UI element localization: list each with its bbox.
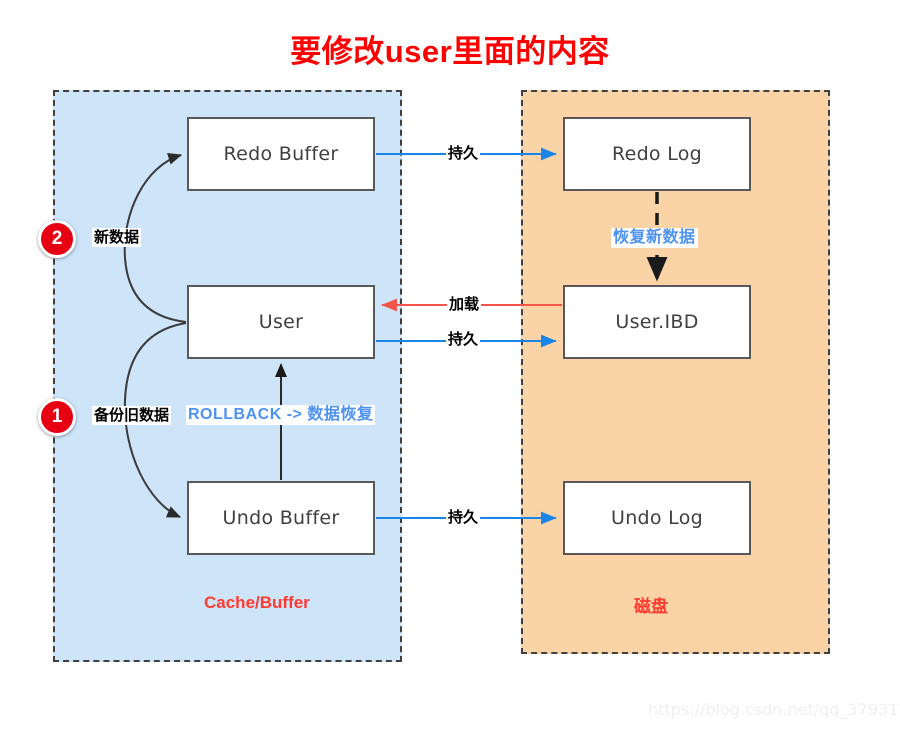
panel-label-cache-buffer: Cache/Buffer: [204, 593, 310, 612]
box-undo-log[interactable]: Undo Log: [563, 481, 751, 555]
box-redo-buffer-label: Redo Buffer: [223, 143, 339, 165]
box-user-ibd[interactable]: User.IBD: [563, 285, 751, 359]
label-persist-undo: 持久: [446, 508, 481, 528]
box-undo-buffer-label: Undo Buffer: [222, 507, 340, 529]
panel-label-disk: 磁盘: [634, 597, 668, 616]
box-user-label: User: [258, 311, 304, 333]
box-user[interactable]: User: [187, 285, 375, 359]
label-rollback-recovery: ROLLBACK -> 数据恢复: [186, 405, 376, 426]
box-redo-log[interactable]: Redo Log: [563, 117, 751, 191]
label-recover-new-data: 恢复新数据: [611, 228, 698, 249]
label-persist-redo: 持久: [446, 144, 481, 164]
step-badge-1: 1: [38, 398, 76, 436]
box-undo-log-label: Undo Log: [610, 507, 703, 529]
watermark: https://blog.csdn.net/qq_37931744: [648, 700, 900, 719]
label-load: 加载: [447, 295, 482, 315]
box-redo-log-label: Redo Log: [611, 143, 703, 165]
step-badge-1-number: 1: [51, 406, 63, 427]
step-badge-2: 2: [38, 220, 76, 258]
label-backup-old-data: 备份旧数据: [92, 406, 172, 426]
box-redo-buffer[interactable]: Redo Buffer: [187, 117, 375, 191]
page-title: 要修改user里面的内容: [290, 34, 610, 69]
box-undo-buffer[interactable]: Undo Buffer: [187, 481, 375, 555]
label-new-data: 新数据: [92, 228, 142, 248]
box-user-ibd-label: User.IBD: [615, 311, 699, 333]
label-persist-user: 持久: [446, 330, 481, 350]
step-badge-2-number: 2: [51, 228, 63, 249]
diagram-canvas: 要修改user里面的内容 Redo Buffer User Undo Buffe…: [0, 0, 900, 733]
